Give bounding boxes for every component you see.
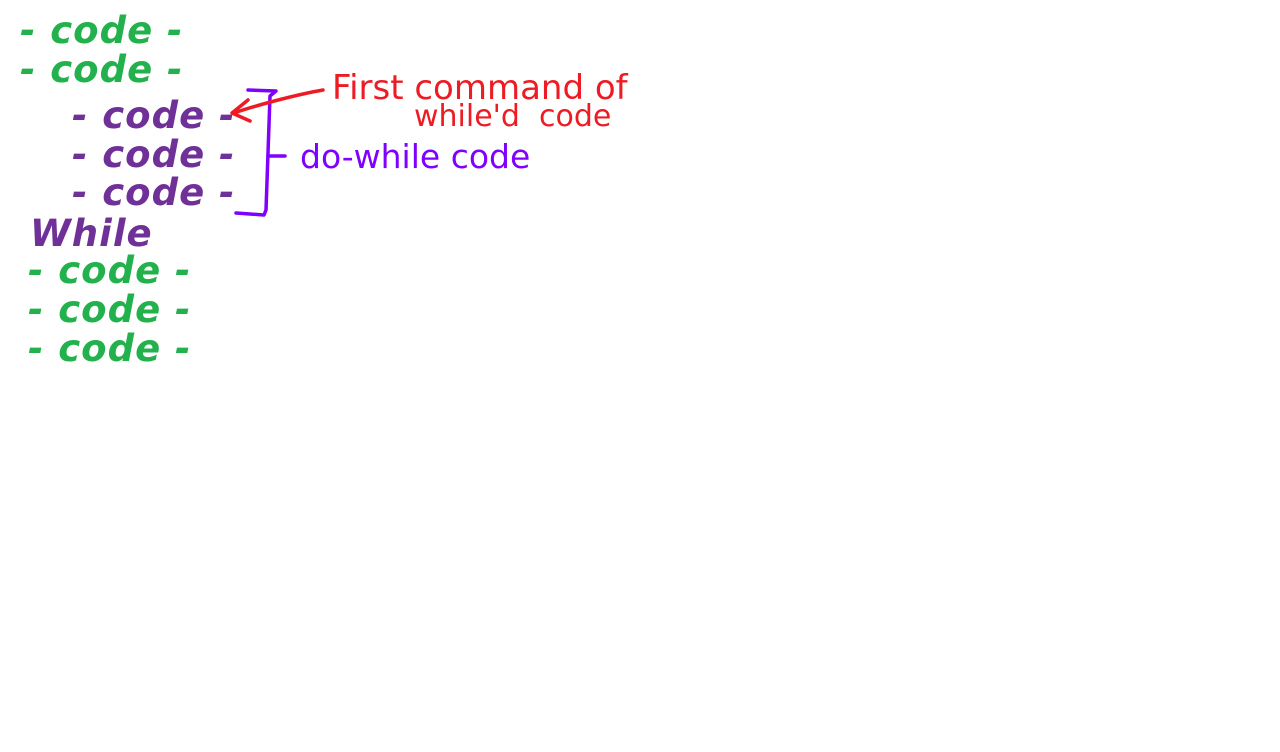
do-while-label: do-while code (300, 137, 531, 176)
annotation-marks (230, 88, 325, 217)
first-command-label-line2: while'd code (414, 99, 612, 134)
whiteboard-canvas: - code - - code - - code - - code - - co… (0, 0, 1280, 752)
